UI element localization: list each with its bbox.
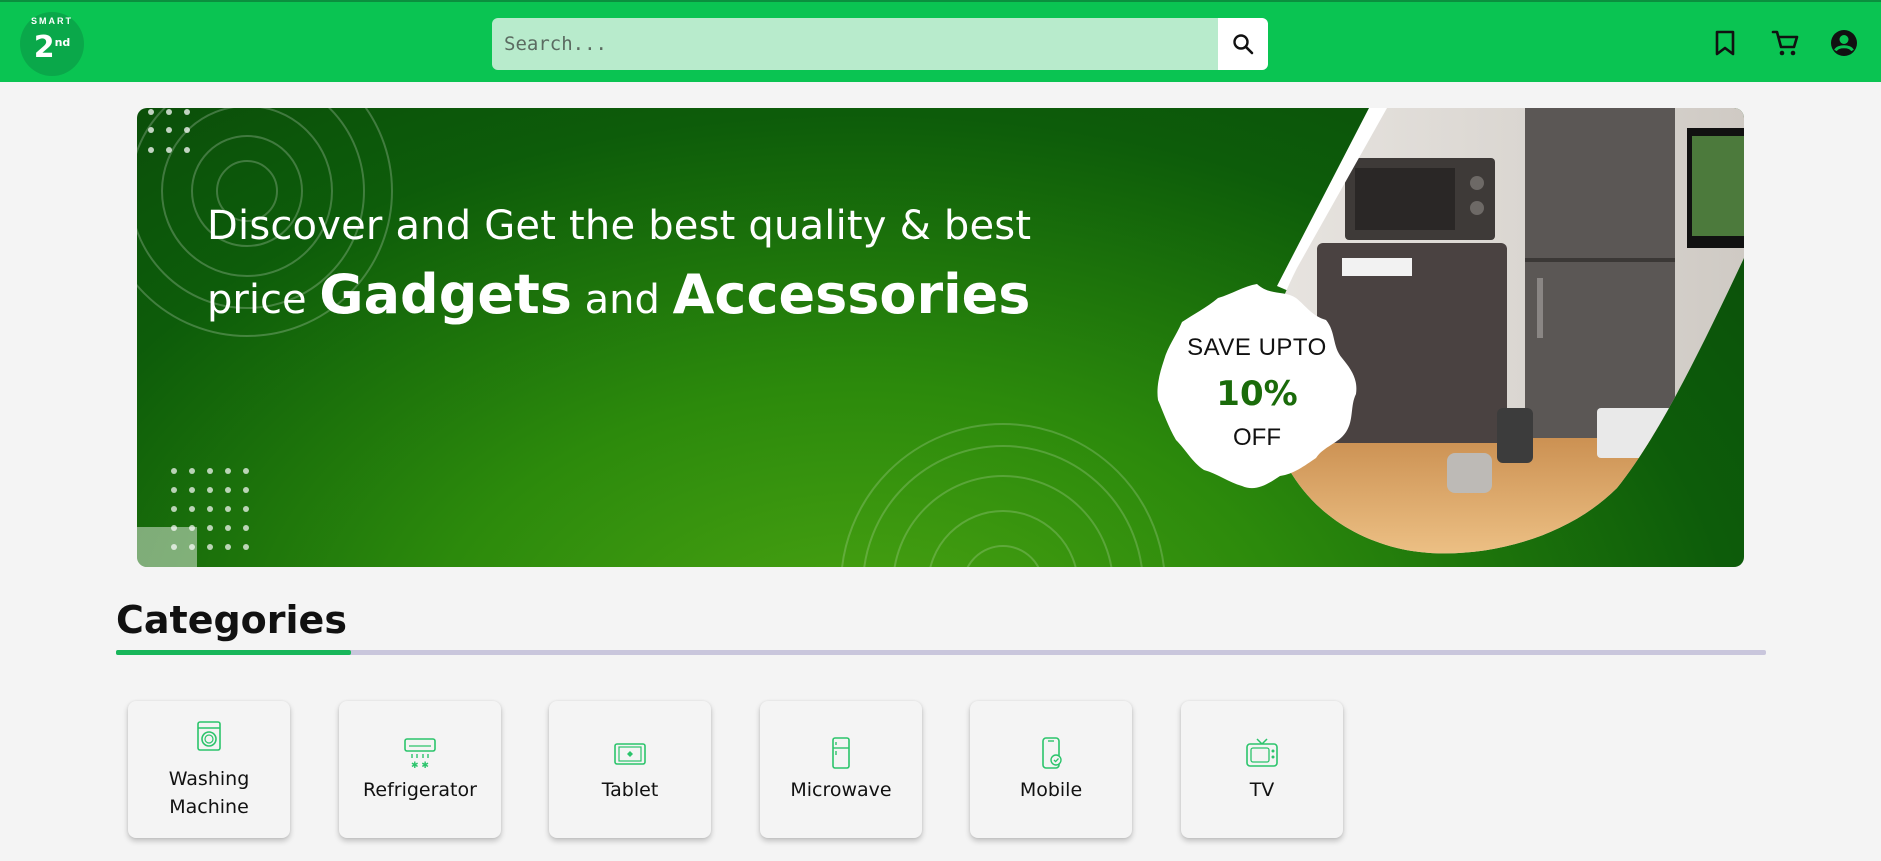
headline-prefix: price — [207, 277, 307, 323]
fridge-icon — [832, 736, 850, 769]
category-label: Refrigerator — [363, 778, 477, 801]
account-button[interactable] — [1829, 28, 1859, 58]
logo-number-suffix: nd — [54, 36, 71, 49]
bookmark-icon — [1715, 30, 1735, 56]
search-icon — [1233, 34, 1254, 55]
headline-accessories: Accessories — [672, 263, 1031, 326]
category-label: Mobile — [1019, 778, 1083, 801]
promo-banner[interactable]: Discover and Get the best quality & best… — [137, 108, 1744, 567]
category-label: Tablet — [601, 778, 659, 801]
badge-top-text: SAVE UPTO — [1187, 334, 1327, 361]
banner-headline: Discover and Get the best quality & best… — [207, 200, 1067, 338]
top-header: SMART 2nd — [0, 0, 1881, 82]
categories-underline — [116, 650, 1766, 655]
category-label: TV — [1249, 778, 1275, 801]
categories-underline-accent — [116, 650, 351, 655]
search-bar — [492, 18, 1268, 70]
category-card-tv[interactable]: TV — [1181, 701, 1343, 838]
headline-gadgets: Gadgets — [319, 263, 572, 326]
logo-number-digit: 2 — [33, 30, 55, 65]
headline-and: and — [584, 277, 660, 323]
headline-line-2: price Gadgets and Accessories — [207, 252, 1067, 338]
category-card-tablet[interactable]: Tablet — [549, 701, 711, 838]
category-card-microwave[interactable]: Microwave — [760, 701, 922, 838]
search-button[interactable] — [1218, 18, 1268, 70]
category-card-mobile[interactable]: Mobile — [970, 701, 1132, 838]
search-input[interactable] — [492, 18, 1216, 70]
logo-number: 2nd — [34, 33, 71, 63]
account-icon — [1831, 30, 1857, 56]
bookmark-button[interactable] — [1710, 28, 1740, 58]
category-card-refrigerator[interactable]: ✱ ✱ Refrigerator — [339, 701, 501, 838]
category-label: Microwave — [790, 778, 892, 801]
svg-text:✱ ✱: ✱ ✱ — [411, 761, 429, 770]
mobile-icon — [1042, 736, 1062, 769]
cart-button[interactable] — [1770, 28, 1800, 58]
discount-badge: SAVE UPTO 10% OFF — [1146, 276, 1368, 498]
air-conditioner-icon: ✱ ✱ — [404, 737, 436, 770]
badge-bottom-text: OFF — [1233, 424, 1281, 451]
categories-heading: Categories — [116, 598, 347, 642]
cart-icon — [1771, 30, 1799, 56]
headline-line-1: Discover and Get the best quality & best — [207, 203, 1032, 249]
category-label: Washing Machine — [168, 767, 250, 818]
washing-machine-icon — [197, 720, 221, 751]
smart-2nd-logo[interactable]: SMART 2nd — [20, 12, 84, 76]
tv-icon — [1246, 737, 1278, 767]
logo-ring-text: SMART — [31, 16, 73, 26]
tablet-icon — [614, 742, 646, 765]
badge-amount: 10% — [1216, 374, 1298, 414]
category-card-washing-machine[interactable]: Washing Machine — [128, 701, 290, 838]
